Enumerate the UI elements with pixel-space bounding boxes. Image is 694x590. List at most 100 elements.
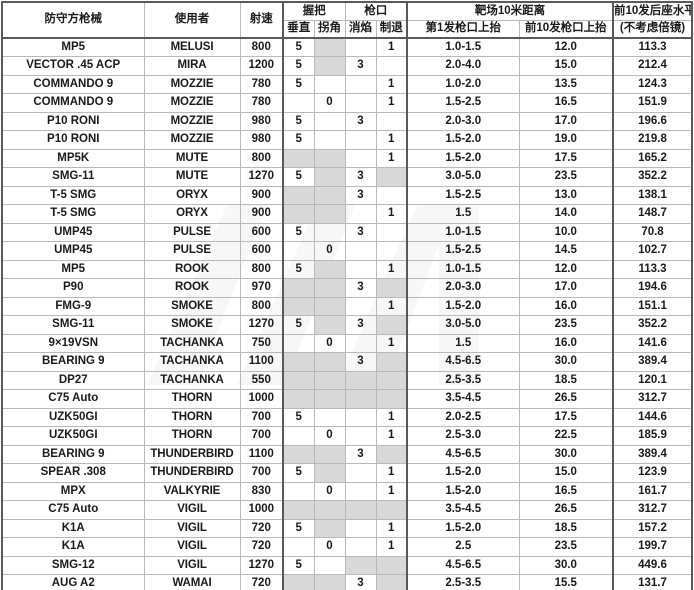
cell-vert: [282, 333, 315, 353]
cell-ang: 0: [313, 241, 346, 261]
cell-gun: FMG-9: [1, 296, 145, 316]
cell-gun: P10 RONI: [1, 130, 145, 150]
cell-op: SMOKE: [143, 315, 241, 335]
cell-op: MOZZIE: [143, 93, 241, 113]
cell-op: TACHANKA: [143, 333, 241, 353]
cell-ang: [313, 130, 346, 150]
cell-vert: [282, 352, 315, 372]
cell-gun: SMG-12: [1, 555, 145, 575]
cell-horiz: 120.1: [612, 370, 694, 390]
cell-rpm: 600: [239, 241, 284, 261]
table-row: AUG A2 WAMAI 720 3 2.5-3.5 15.5 131.7: [1, 574, 694, 590]
cell-op: VIGIL: [143, 500, 241, 520]
cell-horiz: 312.7: [612, 389, 694, 409]
cell-vert: [282, 204, 315, 224]
cell-ang: [313, 37, 346, 57]
cell-vert: 5: [282, 555, 315, 575]
cell-comp: 1: [375, 296, 408, 316]
th-grip-angled: 拐角: [313, 20, 346, 39]
table-row: UMP45 PULSE 600 5 3 1.0-1.5 10.0 70.8: [1, 222, 694, 242]
cell-op: SMOKE: [143, 296, 241, 316]
cell-comp: 1: [375, 130, 408, 150]
cell-flash: 3: [344, 185, 377, 205]
cell-rpm: 800: [239, 296, 284, 316]
cell-comp: [375, 315, 408, 335]
cell-ang: [313, 259, 346, 279]
table-row: UMP45 PULSE 600 0 1.5-2.5 14.5 102.7: [1, 241, 694, 261]
cell-vert: [282, 426, 315, 446]
cell-op: MIRA: [143, 56, 241, 76]
cell-ang: [313, 296, 346, 316]
cell-op: MOZZIE: [143, 74, 241, 94]
cell-rpm: 1270: [239, 555, 284, 575]
cell-flash: [344, 130, 377, 150]
cell-comp: [375, 185, 408, 205]
table-row: BEARING 9 TACHANKA 1100 3 4.5-6.5 30.0 389.4: [1, 352, 694, 372]
cell-gun: P10 RONI: [1, 111, 145, 131]
table-row: T-5 SMG ORYX 900 3 1.5-2.5 13.0 138.1: [1, 185, 694, 205]
th-muzzle-comp: 制退: [375, 20, 408, 39]
cell-rpm: 1000: [239, 500, 284, 520]
cell-ten: 26.5: [518, 500, 615, 520]
cell-gun: T-5 SMG: [1, 185, 145, 205]
cell-ten: 17.0: [518, 111, 615, 131]
cell-ten: 30.0: [518, 444, 615, 464]
cell-vert: [282, 481, 315, 501]
cell-first: 1.5-2.0: [406, 518, 520, 538]
cell-op: VALKYRIE: [143, 481, 241, 501]
cell-vert: [282, 389, 315, 409]
table-row: FMG-9 SMOKE 800 1 1.5-2.0 16.0 151.1: [1, 296, 694, 316]
cell-op: MELUSI: [143, 37, 241, 57]
cell-comp: 1: [375, 93, 408, 113]
cell-flash: 3: [344, 111, 377, 131]
cell-first: 4.5-6.5: [406, 555, 520, 575]
cell-horiz: 113.3: [612, 37, 694, 57]
cell-rpm: 750: [239, 333, 284, 353]
cell-vert: 5: [282, 130, 315, 150]
cell-first: 2.0-3.0: [406, 111, 520, 131]
cell-op: THORN: [143, 426, 241, 446]
cell-vert: 5: [282, 407, 315, 427]
cell-gun: C75 Auto: [1, 500, 145, 520]
cell-horiz: 123.9: [612, 463, 694, 483]
cell-gun: UMP45: [1, 241, 145, 261]
cell-rpm: 1200: [239, 56, 284, 76]
table-row: SPEAR .308 THUNDERBIRD 700 5 1 1.5-2.0 15.0 123…: [1, 463, 694, 483]
cell-comp: [375, 555, 408, 575]
cell-ten: 15.5: [518, 574, 615, 590]
cell-rpm: 720: [239, 518, 284, 538]
cell-first: 1.5-2.0: [406, 463, 520, 483]
cell-op: THUNDERBIRD: [143, 463, 241, 483]
cell-op: MOZZIE: [143, 130, 241, 150]
table-row: MP5K MUTE 800 1 1.5-2.0 17.5 165.2: [1, 148, 694, 168]
cell-vert: 5: [282, 111, 315, 131]
cell-flash: [344, 426, 377, 446]
cell-ang: [313, 74, 346, 94]
cell-ten: 18.5: [518, 518, 615, 538]
table-row: C75 Auto VIGIL 1000 3.5-4.5 26.5 312.7: [1, 500, 694, 520]
cell-rpm: 830: [239, 481, 284, 501]
cell-vert: [282, 296, 315, 316]
cell-ten: 10.0: [518, 222, 615, 242]
table-row: VECTOR .45 ACP MIRA 1200 5 3 2.0-4.0 15.0 212.4: [1, 56, 694, 76]
weapon-recoil-table: 防守方枪械 使用者 射速 握把 枪口 靶场10米距离 前10发后座水平 垂直 拐…: [1, 1, 694, 590]
cell-op: TACHANKA: [143, 370, 241, 390]
cell-flash: 3: [344, 56, 377, 76]
cell-gun: 9×19VSN: [1, 333, 145, 353]
cell-horiz: 219.8: [612, 130, 694, 150]
cell-comp: [375, 370, 408, 390]
cell-rpm: 700: [239, 407, 284, 427]
cell-horiz: 449.6: [612, 555, 694, 575]
cell-first: 2.0-4.0: [406, 56, 520, 76]
cell-ang: 0: [313, 93, 346, 113]
cell-horiz: 185.9: [612, 426, 694, 446]
cell-ang: 0: [313, 426, 346, 446]
cell-rpm: 780: [239, 93, 284, 113]
cell-flash: 3: [344, 315, 377, 335]
cell-rpm: 980: [239, 130, 284, 150]
cell-horiz: 199.7: [612, 537, 694, 557]
table-row: MPX VALKYRIE 830 0 1 1.5-2.0 16.5 161.7: [1, 481, 694, 501]
cell-flash: [344, 389, 377, 409]
cell-ten: 18.5: [518, 370, 615, 390]
table-row: P10 RONI MOZZIE 980 5 1 1.5-2.0 19.0 219.8: [1, 130, 694, 150]
